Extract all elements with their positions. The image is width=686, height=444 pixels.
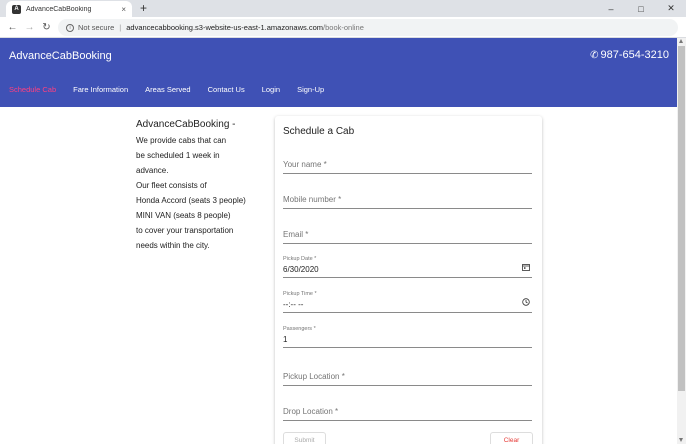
email-field[interactable]: Email * bbox=[283, 224, 532, 244]
clock-icon[interactable] bbox=[522, 298, 530, 308]
pickup-time-value: --:-- -- bbox=[283, 300, 304, 309]
pickup-time-label: Pickup Time * bbox=[283, 291, 317, 297]
about-line: to cover your transportation bbox=[136, 226, 234, 235]
passengers-value: 1 bbox=[283, 335, 288, 344]
drop-location-placeholder: Drop Location * bbox=[283, 407, 339, 416]
back-arrow-icon[interactable]: ← bbox=[5, 20, 20, 35]
schedule-cab-card: Schedule a Cab Your name * Mobile number… bbox=[275, 116, 542, 444]
main-nav: Schedule Cab Fare Information Areas Serv… bbox=[9, 85, 341, 94]
site-header: AdvanceCabBooking ✆ 987-654-3210 Schedul… bbox=[0, 38, 677, 107]
nav-areas-served[interactable]: Areas Served bbox=[145, 85, 190, 94]
address-bar[interactable]: i Not secure | advancecabbooking.s3-webs… bbox=[58, 19, 678, 36]
pickup-date-field[interactable]: Pickup Date * 6/30/2020 bbox=[283, 256, 532, 278]
browser-toolbar: ← → ↻ i Not secure | advancecabbooking.s… bbox=[0, 17, 686, 38]
reload-icon[interactable]: ↻ bbox=[39, 20, 54, 35]
pickup-date-value: 6/30/2020 bbox=[283, 265, 319, 274]
about-line: be scheduled 1 week in bbox=[136, 151, 220, 160]
passengers-field[interactable]: Passengers * 1 bbox=[283, 326, 532, 348]
about-line: We provide cabs that can bbox=[136, 136, 227, 145]
forward-arrow-icon[interactable]: → bbox=[22, 20, 37, 35]
name-placeholder: Your name * bbox=[283, 160, 327, 169]
window-close-icon[interactable]: ✕ bbox=[656, 0, 686, 17]
page-scrollbar[interactable] bbox=[677, 38, 686, 444]
about-line: Our fleet consists of bbox=[136, 181, 207, 190]
form-title: Schedule a Cab bbox=[283, 126, 355, 137]
about-line: Honda Accord (seats 3 people) bbox=[136, 196, 246, 205]
nav-contact-us[interactable]: Contact Us bbox=[208, 85, 245, 94]
url-path: /book-online bbox=[323, 23, 364, 32]
scroll-up-icon[interactable] bbox=[679, 39, 683, 43]
email-placeholder: Email * bbox=[283, 230, 309, 239]
submit-button[interactable]: Submit bbox=[283, 432, 326, 444]
about-line: MINI VAN (seats 8 people) bbox=[136, 211, 231, 220]
phone-text: 987-654-3210 bbox=[600, 49, 669, 61]
calendar-icon[interactable] bbox=[522, 263, 530, 273]
nav-sign-up[interactable]: Sign-Up bbox=[297, 85, 324, 94]
maximize-icon[interactable]: □ bbox=[626, 0, 656, 17]
name-field[interactable]: Your name * bbox=[283, 154, 532, 174]
pickup-time-field[interactable]: Pickup Time * --:-- -- bbox=[283, 291, 532, 313]
tab-close-icon[interactable]: × bbox=[121, 5, 126, 14]
tab-title: AdvanceCabBooking bbox=[26, 5, 92, 13]
omnibox-separator: | bbox=[119, 23, 122, 32]
scrollbar-thumb[interactable] bbox=[678, 46, 685, 391]
mobile-placeholder: Mobile number * bbox=[283, 195, 342, 204]
nav-schedule-cab[interactable]: Schedule Cab bbox=[9, 85, 56, 94]
drop-location-field[interactable]: Drop Location * bbox=[283, 401, 532, 421]
scroll-down-icon[interactable] bbox=[679, 438, 683, 442]
angular-favicon-icon: A bbox=[12, 4, 21, 14]
nav-login[interactable]: Login bbox=[262, 85, 280, 94]
browser-tab[interactable]: A AdvanceCabBooking × bbox=[6, 1, 132, 17]
nav-fare-information[interactable]: Fare Information bbox=[73, 85, 128, 94]
pickup-location-field[interactable]: Pickup Location * bbox=[283, 366, 532, 386]
security-status: Not secure bbox=[78, 23, 115, 32]
minimize-icon[interactable]: – bbox=[596, 0, 626, 17]
page-viewport: AdvanceCabBooking ✆ 987-654-3210 Schedul… bbox=[0, 38, 677, 444]
url-host: advancecabbooking.s3-website-us-east-1.a… bbox=[126, 23, 324, 32]
pickup-location-placeholder: Pickup Location * bbox=[283, 372, 345, 381]
about-line: needs within the city. bbox=[136, 241, 210, 250]
about-title: AdvanceCabBooking - bbox=[136, 119, 236, 130]
phone-number: ✆ 987-654-3210 bbox=[590, 49, 669, 61]
about-section: AdvanceCabBooking - We provide cabs that… bbox=[136, 118, 271, 253]
mobile-field[interactable]: Mobile number * bbox=[283, 189, 532, 209]
info-icon[interactable]: i bbox=[66, 23, 74, 32]
browser-tabstrip: A AdvanceCabBooking × + – □ ✕ bbox=[0, 0, 686, 17]
site-brand[interactable]: AdvanceCabBooking bbox=[9, 50, 112, 62]
pickup-date-label: Pickup Date * bbox=[283, 256, 317, 262]
clear-button[interactable]: Clear bbox=[490, 432, 533, 444]
about-line: advance. bbox=[136, 166, 169, 175]
phone-icon: ✆ bbox=[590, 49, 599, 61]
passengers-label: Passengers * bbox=[283, 326, 316, 332]
new-tab-icon[interactable]: + bbox=[140, 1, 147, 15]
